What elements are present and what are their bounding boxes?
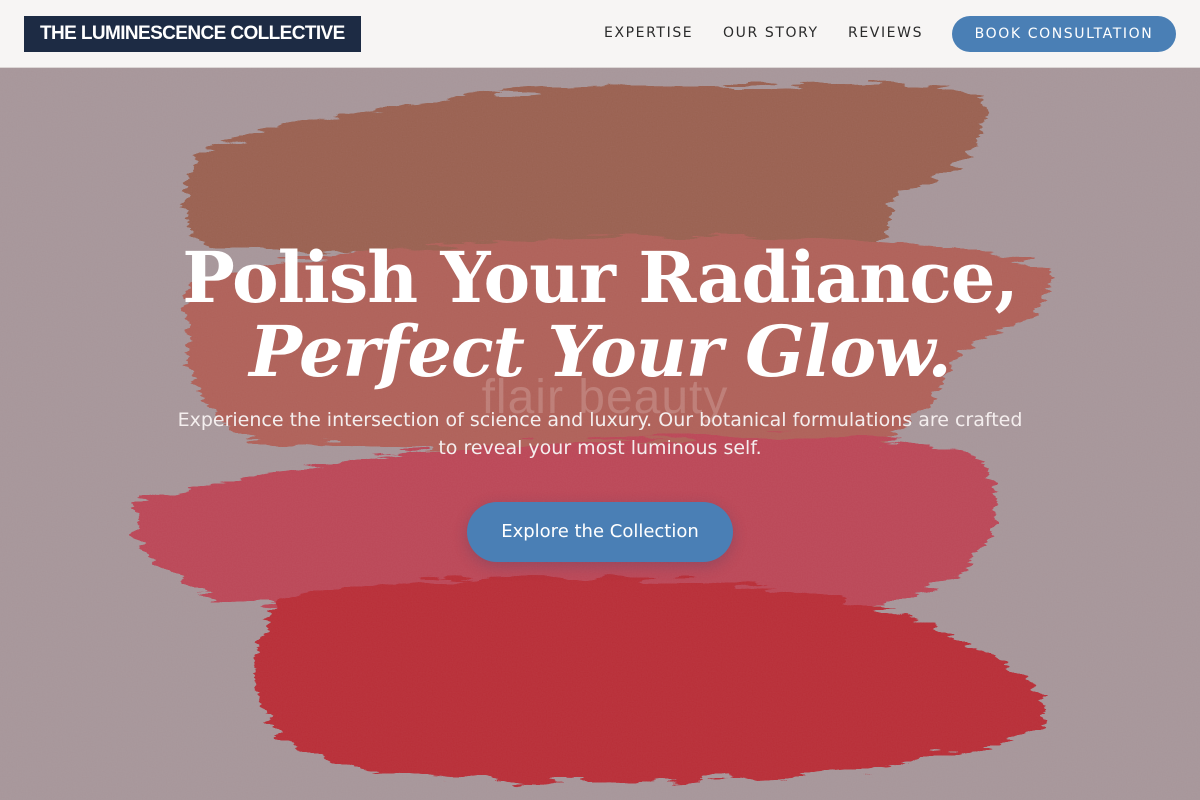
book-consultation-button[interactable]: BOOK CONSULTATION: [952, 16, 1176, 52]
hero-headline-line2: Perfect Your Glow.: [249, 310, 952, 393]
nav-link-our-story[interactable]: OUR STORY: [723, 25, 819, 41]
brand-logo[interactable]: THE LUMINESCENCE COLLECTIVE: [24, 16, 361, 52]
hero-section: flair beauty: [0, 0, 1200, 800]
nav-link-expertise[interactable]: EXPERTISE: [604, 25, 693, 41]
site-header: THE LUMINESCENCE COLLECTIVE EXPERTISE OU…: [0, 0, 1200, 68]
explore-collection-button[interactable]: Explore the Collection: [467, 502, 733, 562]
nav-link-reviews[interactable]: REVIEWS: [848, 25, 923, 41]
hero-subtext: Experience the intersection of science a…: [177, 409, 1023, 459]
